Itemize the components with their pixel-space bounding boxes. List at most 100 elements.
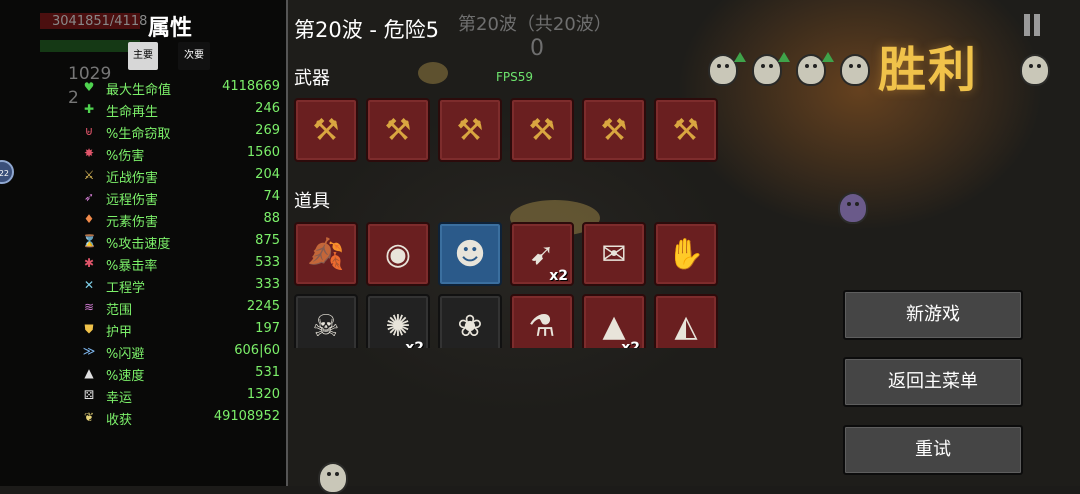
item-slot[interactable]: ⚗: [510, 294, 574, 348]
weapon-slot[interactable]: ⚒: [582, 98, 646, 162]
stat-row[interactable]: ♥ 最大生命值 4118669: [82, 77, 280, 99]
item-slot[interactable]: ➹ x2: [510, 222, 574, 286]
stat-row[interactable]: ❦ 收获 49108952: [82, 407, 280, 429]
harvest-icon: ❦: [83, 410, 95, 424]
potion-vial-item-icon: ⚗: [528, 308, 556, 344]
stat-label: 远程伤害: [106, 193, 159, 208]
stat-value: 88: [263, 211, 280, 226]
crit-icon: ✱: [83, 256, 95, 270]
stat-row[interactable]: ♦ 元素伤害 88: [82, 209, 280, 231]
heart-icon: ♥: [83, 80, 95, 94]
stat-row[interactable]: ➶ 远程伤害 74: [82, 187, 280, 209]
pause-icon[interactable]: [1016, 8, 1044, 42]
item-slot[interactable]: ✉: [582, 222, 646, 286]
tab-secondary-stats[interactable]: 次要: [178, 42, 210, 70]
new-game-button[interactable]: 新游戏: [843, 290, 1023, 340]
stat-value: 1560: [246, 145, 280, 160]
egg-enemy-icon: [838, 192, 868, 224]
luck-dice-icon: ⚄: [83, 388, 95, 402]
item-slot[interactable]: ✺ x2: [366, 294, 430, 348]
crossbow-weapon-icon: ⚒: [384, 112, 412, 148]
items-grid: 🍂 ◉ ☻ ➹ x2 ✉ ✋ ☠ ✺ x2 ❀ ⚗ ▲ x2 ◭: [288, 220, 732, 348]
fps-counter: FPS59: [496, 70, 534, 84]
retry-button[interactable]: 重试: [843, 425, 1023, 475]
item-slot[interactable]: ▲ x2: [582, 294, 646, 348]
stat-label: 生命再生: [106, 105, 159, 120]
stat-row[interactable]: ✕ 工程学 333: [82, 275, 280, 297]
stat-label: %速度: [106, 369, 145, 384]
item-slot[interactable]: ◉: [366, 222, 430, 286]
stat-row[interactable]: ≫ %闪避 606|60: [82, 341, 280, 363]
item-slot[interactable]: 🍂: [294, 222, 358, 286]
stat-row[interactable]: ⊌ %生命窃取 269: [82, 121, 280, 143]
ninja-item-icon: ☻: [454, 236, 486, 272]
stat-row[interactable]: ▲ %速度 531: [82, 363, 280, 385]
wave-title: 第20波 - 危险5: [294, 18, 440, 42]
stat-label: 收获: [106, 413, 133, 428]
stat-label: %闪避: [106, 347, 145, 362]
stat-row[interactable]: ⌛ %攻击速度 875: [82, 231, 280, 253]
item-count-badge: x2: [405, 340, 424, 348]
weapons-label: 武器: [294, 68, 330, 89]
main-menu-button[interactable]: 返回主菜单: [843, 357, 1023, 407]
weapon-slot[interactable]: ⚒: [366, 98, 430, 162]
stat-value: 269: [255, 123, 280, 138]
ranged-bow-icon: ➶: [83, 190, 95, 204]
weapon-slot[interactable]: ⚒: [294, 98, 358, 162]
stomach-item-icon: ◉: [384, 236, 412, 272]
stat-value: 1320: [246, 387, 280, 402]
hourglass-icon: ⌛: [82, 234, 97, 248]
stat-label: 元素伤害: [106, 215, 159, 230]
egg-enemy-icon: [1020, 54, 1050, 86]
stat-value: 4118669: [222, 79, 280, 94]
item-slot[interactable]: ☠: [294, 294, 358, 348]
damage-icon: ✸: [83, 146, 95, 160]
item-count-badge: x2: [549, 268, 568, 284]
stat-row[interactable]: ⚔ 近战伤害 204: [82, 165, 280, 187]
stat-label: 幸运: [106, 391, 133, 406]
crossbow-weapon-icon: ⚒: [528, 112, 556, 148]
stat-value: 606|60: [234, 343, 280, 358]
side-badge-icon[interactable]: 22: [0, 160, 14, 184]
items-label: 道具: [294, 191, 330, 212]
stat-value: 2245: [246, 299, 280, 314]
level-up-arrow-icon: [734, 52, 746, 62]
crossbow-weapon-icon: ⚒: [600, 112, 628, 148]
item-slot[interactable]: ☻: [438, 222, 502, 286]
heart-regen-icon: ✚: [83, 102, 95, 116]
stat-row[interactable]: ⛊ 护甲 197: [82, 319, 280, 341]
crossbow-weapon-icon: ⚒: [672, 112, 700, 148]
level-up-arrow-icon: [822, 52, 834, 62]
stat-value: 49108952: [213, 409, 280, 424]
stat-row[interactable]: ≋ 范围 2245: [82, 297, 280, 319]
stats-panel: 3041851/4118 1029 2 属性 主要 次要 ♥ 最大生命值 41186…: [0, 0, 288, 486]
stat-value: 74: [263, 189, 280, 204]
stat-row[interactable]: ✱ %暴击率 533: [82, 253, 280, 275]
weapon-slot[interactable]: ⚒: [654, 98, 718, 162]
stat-row[interactable]: ✚ 生命再生 246: [82, 99, 280, 121]
crossbow-weapon-icon: ⚒: [456, 112, 484, 148]
elemental-flame-icon: ♦: [83, 212, 95, 226]
level-up-arrow-icon: [778, 52, 790, 62]
stat-label: 范围: [106, 303, 133, 318]
weapon-slot[interactable]: ⚒: [438, 98, 502, 162]
hp-readout: 3041851/4118: [52, 14, 148, 29]
armor-shield-icon: ⛊: [84, 322, 94, 336]
item-slot[interactable]: ❀: [438, 294, 502, 348]
stat-value: 246: [255, 101, 280, 116]
stat-label: %攻击速度: [106, 237, 171, 252]
tab-primary-stats[interactable]: 主要: [128, 42, 158, 70]
egg-enemy-icon: [318, 462, 348, 494]
stats-title: 属性: [148, 16, 193, 41]
item-slot[interactable]: ✋: [654, 222, 718, 286]
secondary-readout: 2: [68, 88, 79, 108]
stat-label: 护甲: [106, 325, 133, 340]
speed-boot-icon: ▲: [84, 366, 94, 380]
item-slot[interactable]: ◭: [654, 294, 718, 348]
stat-label: 工程学: [106, 281, 146, 296]
weapon-slot[interactable]: ⚒: [510, 98, 574, 162]
dodge-icon: ≫: [82, 344, 96, 358]
stat-row[interactable]: ⚄ 幸运 1320: [82, 385, 280, 407]
melee-sword-icon: ⚔: [83, 168, 95, 182]
stat-row[interactable]: ✸ %伤害 1560: [82, 143, 280, 165]
